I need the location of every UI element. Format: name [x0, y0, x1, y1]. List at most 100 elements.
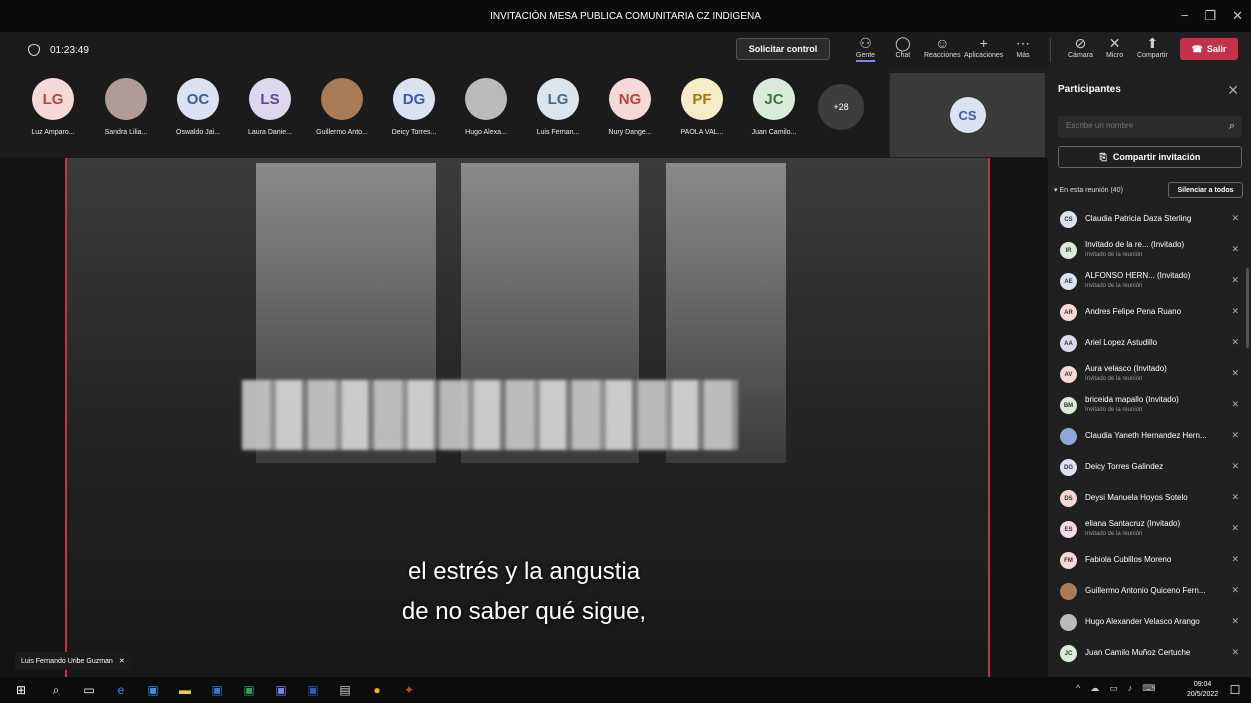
participant-row[interactable]: ES eliana Santacruz (Invitado) Invitado de…: [1048, 514, 1251, 545]
more-button[interactable]: ⋯ Más: [1016, 35, 1030, 59]
participant-tile[interactable]: LG Luis Fernan...: [522, 78, 594, 148]
search-icon[interactable]: ⌕: [1229, 120, 1235, 133]
participant-tile[interactable]: JC Juan Camilo...: [738, 78, 810, 148]
participant-tile[interactable]: LG Luz Amparo...: [17, 78, 89, 148]
mic-off-icon: ✕: [1231, 647, 1239, 657]
toolbar-divider: [1050, 38, 1051, 62]
word-icon[interactable]: ▣: [304, 681, 322, 699]
participant-name: Luis Fernan...: [536, 129, 580, 136]
participant-tile[interactable]: OC Oswaldo Jai...: [162, 78, 234, 148]
scrollbar[interactable]: [1246, 268, 1249, 348]
mic-off-icon: ✕: [1231, 554, 1239, 564]
more-label: Más: [1016, 52, 1030, 59]
system-tray: ^ ☁ ▭ ♪ ⌨: [1076, 683, 1155, 694]
file-explorer-icon[interactable]: ▬: [176, 681, 194, 699]
participant-row[interactable]: BM briceida mapallo (Invitado) Invitado de…: [1048, 390, 1251, 421]
clock-date: 20/5/2022: [1187, 691, 1219, 698]
clock-time: 09:04: [1193, 681, 1212, 688]
participant-row[interactable]: JC Juan Camilo Muñoz Certuche ✕: [1048, 638, 1251, 669]
chevron-up-icon[interactable]: ^: [1076, 683, 1080, 694]
leave-button[interactable]: ☎ Salir: [1180, 38, 1238, 60]
participant-tile[interactable]: Sandra Lilia...: [90, 78, 162, 148]
security-icon[interactable]: ▣: [144, 681, 162, 699]
mic-button[interactable]: ✕ Micro: [1106, 35, 1123, 59]
participant-row[interactable]: AR Andres Felipe Pena Ruano ✕: [1048, 297, 1251, 328]
participant-tile[interactable]: LS Laura Danie...: [234, 78, 306, 148]
search-input[interactable]: [1066, 121, 1216, 130]
participant-row[interactable]: DG Deicy Torres Galindez ✕: [1048, 452, 1251, 483]
camera-button[interactable]: ⊘ Cámara: [1068, 35, 1093, 59]
task-view-icon[interactable]: ▭: [80, 681, 98, 699]
edge-icon[interactable]: e: [112, 681, 130, 699]
people-button[interactable]: ⚇ Gente: [856, 35, 876, 62]
mic-off-icon: ✕: [1231, 337, 1239, 347]
app-icon[interactable]: ✦: [400, 681, 418, 699]
participant-row[interactable]: Claudia Yaneth Hernandez Hern... ✕: [1048, 421, 1251, 452]
teams-icon[interactable]: ▣: [272, 681, 290, 699]
chrome-icon[interactable]: ●: [368, 681, 386, 699]
search-icon[interactable]: ⌕: [47, 681, 65, 699]
taskbar-clock[interactable]: 09:04 20/5/2022: [1187, 680, 1218, 700]
window-title: INVITACIÓN MESA PUBLICA COMUNITARIA CZ I…: [490, 10, 761, 22]
mic-off-icon: ✕: [1231, 585, 1239, 595]
share-button[interactable]: ⬆ Compartir: [1137, 35, 1168, 59]
request-control-button[interactable]: Solicitar control: [736, 38, 830, 60]
participant-name: Aura velasco (Invitado): [1085, 364, 1167, 373]
close-window-button[interactable]: ✕: [1232, 8, 1243, 24]
participant-tile[interactable]: Hugo Alexa...: [450, 78, 522, 148]
keyboard-icon[interactable]: ⌨: [1142, 683, 1155, 694]
participant-row[interactable]: AA Ariel Lopez Astudillo ✕: [1048, 328, 1251, 359]
more-icon: ⋯: [1016, 35, 1030, 51]
participant-name: Nury Dange...: [608, 129, 652, 136]
participant-tile[interactable]: PF PAOLA VAL...: [666, 78, 738, 148]
volume-icon[interactable]: ♪: [1128, 683, 1133, 694]
calculator-icon[interactable]: ▤: [336, 681, 354, 699]
mic-off-icon: ✕: [1231, 492, 1239, 502]
chat-button[interactable]: ◯ Chat: [895, 35, 911, 59]
outlook-icon[interactable]: ▣: [208, 681, 226, 699]
notifications-icon[interactable]: ☐: [1226, 681, 1244, 699]
avatar: IR: [1060, 242, 1077, 259]
plus-icon: +: [979, 35, 988, 51]
participant-row[interactable]: IR Invitado de la re... (Invitado) Invitad…: [1048, 235, 1251, 266]
shield-icon: [28, 44, 40, 56]
mic-off-icon: ✕: [1231, 399, 1239, 409]
avatar: [1060, 614, 1077, 631]
avatar: DS: [1060, 490, 1077, 507]
in-meeting-header[interactable]: ▾ En esta reunión (40): [1054, 186, 1123, 194]
participant-tile[interactable]: Guillermo Anto...: [306, 78, 378, 148]
avatar: LS: [249, 78, 291, 120]
participant-name: Deicy Torres...: [391, 129, 437, 136]
excel-icon[interactable]: ▣: [240, 681, 258, 699]
participant-row[interactable]: Guillermo Antonio Quiceno Fern... ✕: [1048, 576, 1251, 607]
mute-all-button[interactable]: Silenciar a todos: [1168, 182, 1243, 198]
participant-tile[interactable]: DG Deicy Torres...: [378, 78, 450, 148]
participant-row[interactable]: AV Aura velasco (Invitado) Invitado de la …: [1048, 359, 1251, 390]
maximize-button[interactable]: ❐: [1204, 8, 1216, 24]
people-label: Gente: [856, 52, 876, 62]
network-icon[interactable]: ▭: [1109, 683, 1118, 694]
mic-off-icon: ✕: [1231, 523, 1239, 533]
presenter-name: Luis Fernando Uribe Guzman: [21, 657, 113, 665]
participant-row[interactable]: AE ALFONSO HERN... (Invitado) Invitado de …: [1048, 266, 1251, 297]
avatar: [1060, 583, 1077, 600]
minimize-button[interactable]: −: [1181, 8, 1189, 24]
reactions-button[interactable]: ☺ Reacciones: [924, 35, 961, 59]
leave-label: Salir: [1206, 44, 1227, 54]
windows-start-icon[interactable]: ⊞: [12, 681, 30, 699]
cloud-icon[interactable]: ☁: [1090, 683, 1099, 694]
participant-row[interactable]: DS Deysi Manuela Hoyos Sotelo ✕: [1048, 483, 1251, 514]
shared-video: el estrés y la angustia de no saber qué …: [0, 158, 1048, 677]
participant-name: Hugo Alexander Velasco Arango: [1085, 617, 1200, 626]
participant-role: Invitado de la reunión: [1085, 283, 1143, 289]
participant-row[interactable]: Hugo Alexander Velasco Arango ✕: [1048, 607, 1251, 638]
share-invite-button[interactable]: ⎘ Compartir invitación: [1058, 146, 1242, 168]
more-participants-button[interactable]: +28: [818, 84, 864, 130]
apps-button[interactable]: + Aplicaciones: [964, 35, 1003, 59]
participant-tile[interactable]: NG Nury Dange...: [594, 78, 666, 148]
close-icon[interactable]: ✕: [1227, 82, 1239, 99]
participant-name: Sandra Lilia...: [104, 129, 148, 136]
participant-row[interactable]: CS Claudia Patricia Daza Sterling ✕: [1048, 204, 1251, 235]
participant-row[interactable]: FM Fabiola Cubillos Moreno ✕: [1048, 545, 1251, 576]
timer-text: 01:23:49: [50, 44, 89, 56]
